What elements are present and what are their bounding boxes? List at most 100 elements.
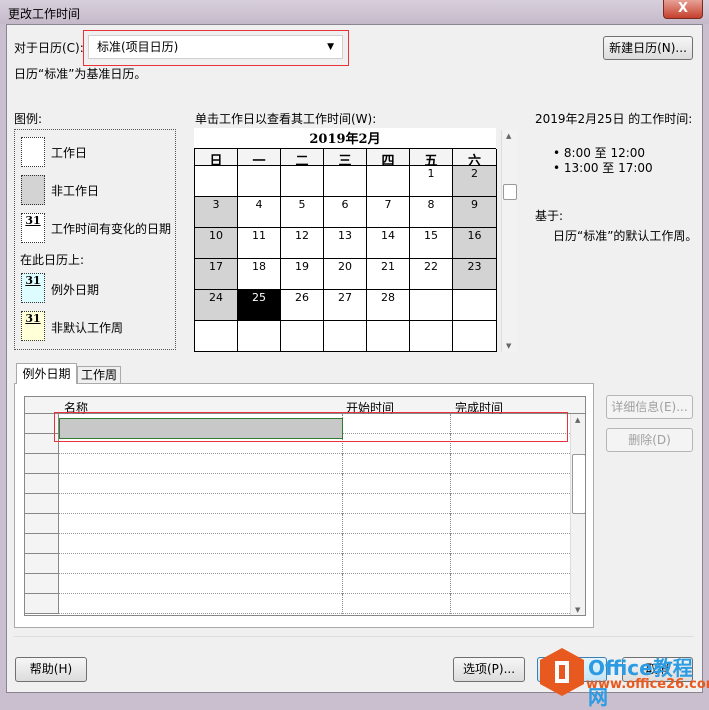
table-row[interactable] <box>25 454 570 474</box>
calendar-scrollbar[interactable]: ▲ ▼ <box>501 130 517 352</box>
changed-day-swatch: 31 <box>21 213 45 243</box>
close-button[interactable]: X <box>663 0 703 19</box>
calendar-day[interactable]: 12 <box>281 228 324 259</box>
scroll-down-icon[interactable]: ▼ <box>506 342 511 350</box>
calendar-day[interactable]: 5 <box>281 197 324 228</box>
calendar-day[interactable]: 15 <box>410 228 453 259</box>
legend-label: 工作时间有变化的日期 <box>51 222 172 236</box>
calendar-empty-cell <box>238 321 281 352</box>
calendar-day[interactable]: 24 <box>195 290 238 321</box>
calendar-empty-cell <box>367 321 410 352</box>
separator <box>14 636 694 637</box>
calendar-day[interactable]: 28 <box>367 290 410 321</box>
legend-title: 图例: <box>14 112 43 126</box>
table-row[interactable] <box>25 494 570 514</box>
scroll-thumb[interactable] <box>572 454 585 514</box>
table-scrollbar[interactable]: ▲ ▼ <box>570 414 585 615</box>
calendar-day[interactable]: 19 <box>281 259 324 290</box>
calendar-empty-cell <box>324 166 367 197</box>
table-row[interactable] <box>25 534 570 554</box>
nonworking-day-swatch <box>21 175 45 205</box>
scroll-up-icon[interactable]: ▲ <box>506 132 511 140</box>
calendar-day[interactable]: 13 <box>324 228 367 259</box>
calendar-day[interactable]: 3 <box>195 197 238 228</box>
calendar-empty-cell <box>367 166 410 197</box>
tab-exceptions[interactable]: 例外日期 <box>16 363 77 384</box>
calendar-empty-cell <box>410 290 453 321</box>
delete-button[interactable]: 删除(D) <box>606 428 693 452</box>
title-bar <box>0 0 709 24</box>
calendar-instruction: 单击工作日以查看其工作时间(W): <box>195 112 377 126</box>
working-day-swatch <box>21 137 45 167</box>
options-button[interactable]: 选项(P)... <box>453 657 525 682</box>
calendar-day[interactable]: 10 <box>195 228 238 259</box>
calendar-day[interactable]: 9 <box>453 197 497 228</box>
calendar-empty-cell <box>324 321 367 352</box>
scroll-down-icon[interactable]: ▼ <box>575 606 580 614</box>
calendar-empty-cell <box>281 166 324 197</box>
exception-swatch: 31 <box>21 273 45 303</box>
based-on-text: 日历“标准”的默认工作周。 <box>553 229 698 243</box>
table-row[interactable] <box>25 554 570 574</box>
calendar-empty-cell <box>238 166 281 197</box>
scroll-up-icon[interactable]: ▲ <box>575 416 580 424</box>
calendar-empty-cell <box>410 321 453 352</box>
calendar-select[interactable]: 标准(项目日历) ▼ <box>88 35 343 59</box>
calendar-empty-cell <box>281 321 324 352</box>
dropdown-arrow-icon[interactable]: ▼ <box>327 36 334 58</box>
calendar-empty-cell <box>453 321 497 352</box>
base-calendar-note: 日历“标准”为基准日历。 <box>14 67 147 81</box>
weekday-header: 五 <box>410 149 453 169</box>
calendar-empty-cell <box>453 290 497 321</box>
details-button[interactable]: 详细信息(E)... <box>606 395 693 419</box>
nondefault-week-swatch: 31 <box>21 311 45 341</box>
legend-label: 工作日 <box>51 146 88 160</box>
legend-subtitle: 在此日历上: <box>20 253 85 267</box>
weekday-header: 六 <box>453 149 497 169</box>
month-title: 2019年2月 <box>194 128 496 148</box>
table-row[interactable] <box>25 574 570 594</box>
calendar-day[interactable]: 27 <box>324 290 367 321</box>
calendar-empty-cell <box>195 166 238 197</box>
table-row[interactable] <box>25 514 570 534</box>
calendar-day[interactable]: 11 <box>238 228 281 259</box>
working-time-2: • 13:00 至 17:00 <box>553 161 653 175</box>
calendar-day[interactable]: 16 <box>453 228 497 259</box>
calendar-day[interactable]: 14 <box>367 228 410 259</box>
table-row[interactable] <box>25 594 570 614</box>
calendar-day[interactable]: 6 <box>324 197 367 228</box>
calendar-day[interactable]: 8 <box>410 197 453 228</box>
new-calendar-button[interactable]: 新建日历(N)... <box>603 36 693 60</box>
tab-work-week[interactable]: 工作周 <box>77 366 121 383</box>
calendar-day[interactable]: 23 <box>453 259 497 290</box>
calendar-day[interactable]: 2 <box>453 166 497 197</box>
weekday-header: 三 <box>324 149 367 169</box>
legend: 工作日 非工作日 31 工作时间有变化的日期 在此日历上: 31 例外日期 31… <box>14 129 176 350</box>
calendar-day[interactable]: 21 <box>367 259 410 290</box>
watermark-url: www.office26.com <box>586 677 709 692</box>
legend-label: 非默认工作周 <box>51 321 124 335</box>
calendar-day[interactable]: 18 <box>238 259 281 290</box>
weekday-header: 四 <box>367 149 410 169</box>
calendar-day[interactable]: 17 <box>195 259 238 290</box>
highlight-box <box>54 412 568 442</box>
based-on-label: 基于: <box>535 209 564 223</box>
legend-label: 非工作日 <box>51 184 100 198</box>
calendar-grid: 日一二三四五六 1 2 3 4 5 6 7 8 9 10 11 12 13 14 15 16 17 18 19 20 21… <box>194 148 497 352</box>
calendar-label: 对于日历(C): <box>14 41 84 55</box>
calendar-day[interactable]: 20 <box>324 259 367 290</box>
weekday-header: 日 <box>195 149 238 169</box>
help-button[interactable]: 帮助(H) <box>15 657 87 682</box>
calendar-day[interactable]: 26 <box>281 290 324 321</box>
calendar-day[interactable]: 25 <box>238 290 281 321</box>
table-row[interactable] <box>25 474 570 494</box>
weekday-header: 二 <box>281 149 324 169</box>
calendar-day[interactable]: 22 <box>410 259 453 290</box>
calendar-empty-cell <box>195 321 238 352</box>
scroll-thumb[interactable] <box>503 184 517 200</box>
legend-label: 例外日期 <box>51 283 100 297</box>
calendar-day[interactable]: 4 <box>238 197 281 228</box>
calendar-day[interactable]: 7 <box>367 197 410 228</box>
calendar-day[interactable]: 1 <box>410 166 453 197</box>
working-times-title: 2019年2月25日 的工作时间: <box>535 112 693 126</box>
